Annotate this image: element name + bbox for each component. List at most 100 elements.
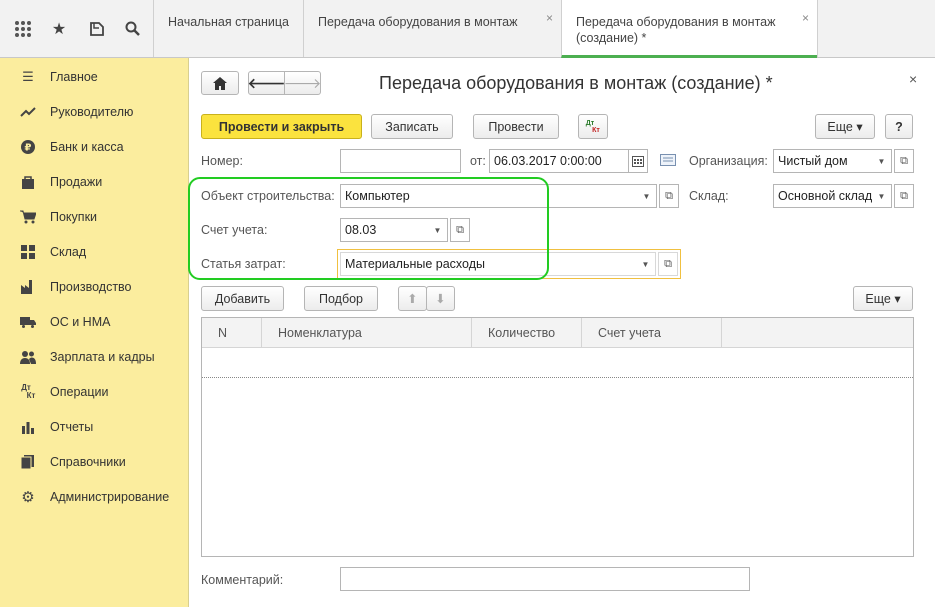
close-icon[interactable]: × [802,10,809,26]
help-button[interactable]: ? [885,114,913,139]
open-icon: ⧉ [664,257,672,270]
sidebar-item-purchases[interactable]: Покупки [0,199,189,234]
add-row-button[interactable]: Добавить [201,286,284,311]
people-icon [20,349,36,365]
column-header-quantity[interactable]: Количество [472,318,582,348]
ruble-icon: ₽ [20,139,36,155]
sidebar-item-production[interactable]: Производство [0,269,189,304]
sidebar-item-label: Производство [50,279,132,294]
warehouse-icon [20,244,36,260]
chevron-down-icon: ▼ [877,156,886,166]
sidebar: ☰ Главное Руководителю ₽ Банк и касса Пр… [0,58,189,607]
post-and-close-button[interactable]: Провести и закрыть [201,114,362,139]
search-icon[interactable] [120,16,146,42]
sidebar-item-manager[interactable]: Руководителю [0,94,189,129]
chevron-down-icon: ▼ [641,259,650,269]
star-icon[interactable]: ★ [46,16,72,42]
truck-icon [20,314,36,330]
open-icon: ⧉ [665,189,673,202]
home-icon [213,76,227,90]
warehouse-open-button[interactable]: ⧉ [894,184,914,208]
page-title: Передача оборудования в монтаж (создание… [379,73,773,93]
sidebar-item-sales[interactable]: Продажи [0,164,189,199]
move-down-button[interactable]: ⬇ [426,286,455,311]
number-field[interactable] [340,149,461,173]
object-dropdown[interactable]: ▼ [637,184,657,208]
column-header-n[interactable]: N [202,318,262,348]
comment-field[interactable] [340,567,750,591]
sidebar-item-label: Операции [50,384,109,399]
arrow-up-icon: ⬆ [407,292,418,306]
note-icon[interactable] [660,154,676,166]
table-more-button[interactable]: Еще ▾ [853,286,913,311]
column-header-account[interactable]: Счет учета [582,318,722,348]
tab-label: Передача оборудования в монтаж [318,15,518,29]
sidebar-item-label: Покупки [50,209,98,224]
table-row-separator [202,377,913,378]
chevron-down-icon: ▼ [642,191,651,201]
tab-equipment-transfer-new[interactable]: Передача оборудования в монтаж (создание… [561,0,817,58]
tab-label: Начальная страница [168,15,289,29]
close-icon[interactable]: × [546,10,553,26]
date-field[interactable]: 06.03.2017 0:00:00 [489,149,629,173]
tab-label: Передача оборудования в монтаж (создание… [576,15,776,45]
post-button[interactable]: Провести [473,114,559,139]
sidebar-item-main[interactable]: ☰ Главное [0,59,189,94]
dt-kt-icon: Дт Кт [21,382,36,400]
select-button[interactable]: Подбор [304,286,378,311]
books-icon [20,454,36,470]
organization-label: Организация: [689,154,768,168]
history-icon[interactable] [84,16,110,42]
close-form-button[interactable]: × [909,71,917,87]
top-bar: ★ Начальная страница Передача оборудован… [0,0,935,58]
sidebar-item-label: Справочники [50,454,126,469]
calendar-icon [632,155,644,167]
sidebar-item-fixed-assets[interactable]: ОС и НМА [0,304,189,339]
organization-field[interactable]: Чистый дом [773,149,873,173]
open-icon: ⧉ [900,189,908,202]
home-button[interactable] [201,71,239,95]
svg-text:₽: ₽ [25,142,32,153]
more-button[interactable]: Еще ▾ [815,114,875,139]
forward-button[interactable]: 🡒 [284,71,321,95]
sidebar-item-label: Отчеты [50,419,94,434]
warehouse-field[interactable]: Основной склад [773,184,873,208]
sidebar-item-payroll[interactable]: Зарплата и кадры [0,339,189,374]
cost-item-dropdown[interactable]: ▼ [636,252,656,276]
sidebar-item-label: Продажи [50,174,103,189]
chevron-down-icon: ▼ [877,191,886,201]
tab-equipment-transfer-list[interactable]: Передача оборудования в монтаж × [303,0,561,57]
back-button[interactable]: 🡐 [248,71,285,95]
object-open-button[interactable]: ⧉ [659,184,679,208]
arrow-down-icon: ⬇ [435,292,446,306]
number-label: Номер: [201,154,243,168]
save-button[interactable]: Записать [371,114,453,139]
sidebar-item-catalogs[interactable]: Справочники [0,444,189,479]
sidebar-item-label: Главное [50,69,98,84]
warehouse-dropdown[interactable]: ▼ [872,184,892,208]
organization-open-button[interactable]: ⧉ [894,149,914,173]
arrow-left-icon: 🡐 [247,74,286,91]
menu-icon: ☰ [22,68,34,84]
sidebar-item-reports[interactable]: Отчеты [0,409,189,444]
organization-dropdown[interactable]: ▼ [872,149,892,173]
sidebar-item-warehouse[interactable]: Склад [0,234,189,269]
grid-icon[interactable] [10,16,36,42]
open-icon: ⧉ [900,154,908,167]
move-up-button[interactable]: ⬆ [398,286,427,311]
dt-kt-button[interactable]: Дт Кт [578,114,608,139]
sidebar-item-administration[interactable]: ⚙ Администрирование [0,479,189,514]
cost-item-open-button[interactable]: ⧉ [658,252,678,276]
sidebar-item-label: Зарплата и кадры [50,349,155,364]
sidebar-item-bank[interactable]: ₽ Банк и касса [0,129,189,164]
tab-divider [817,0,818,57]
column-header-nomenclature[interactable]: Номенклатура [262,318,472,348]
items-table[interactable]: N Номенклатура Количество Счет учета [201,317,914,557]
factory-icon [20,279,36,295]
sidebar-item-operations[interactable]: Дт Кт Операции [0,374,189,409]
sidebar-item-label: Руководителю [50,104,134,119]
calendar-button[interactable] [628,149,648,173]
gear-icon: ⚙ [21,488,35,506]
tab-home[interactable]: Начальная страница [153,0,303,57]
highlight-outline [188,177,549,280]
